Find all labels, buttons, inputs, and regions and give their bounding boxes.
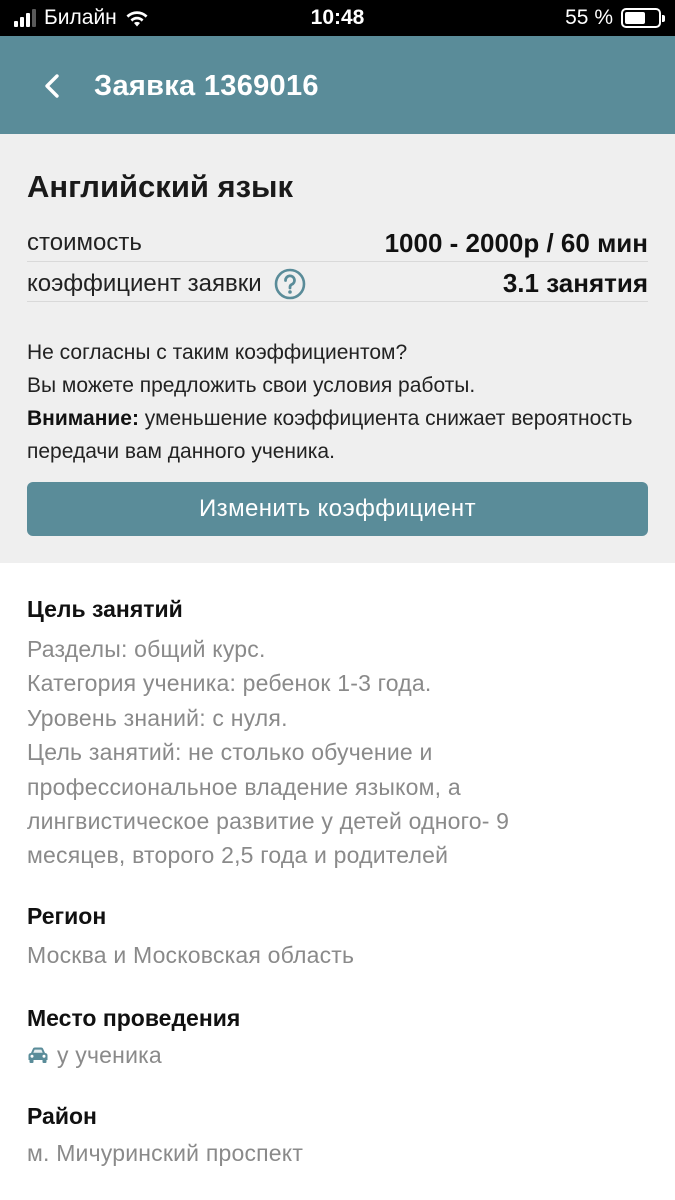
district-value: м. Мичуринский проспект — [27, 1140, 304, 1166]
subject-title: Английский язык — [27, 169, 294, 204]
cost-value: 1000 - 2000р / 60 мин — [384, 228, 648, 258]
coefficient-label-wrap: коэффициент заявки — [27, 268, 306, 300]
coefficient-note: Не согласны с таким коэффициентом? Вы мо… — [27, 336, 652, 468]
status-bar: Билайн 10:48 55 % — [0, 0, 675, 36]
coefficient-value: 3.1 занятия — [502, 268, 648, 298]
place-text: у ученика — [57, 1042, 162, 1068]
request-summary-card: Английский язык стоимость 1000 - 2000р /… — [0, 134, 675, 563]
battery-icon — [621, 8, 665, 28]
place-section-title: Место проведения — [27, 1005, 241, 1031]
place-value: у ученика — [27, 1038, 657, 1072]
note-warning: Внимание: уменьшение коэффициента снижае… — [27, 402, 652, 468]
coefficient-label: коэффициент заявки — [27, 270, 262, 297]
car-icon — [28, 1047, 48, 1064]
region-section-title: Регион — [27, 903, 107, 929]
help-icon[interactable] — [274, 268, 306, 300]
cost-row: стоимость 1000 - 2000р / 60 мин — [27, 222, 648, 262]
region-value: Москва и Московская область — [27, 942, 355, 968]
goal-line: Категория ученика: ребенок 1-3 года. — [27, 670, 432, 697]
goal-line: Цель занятий: не столько обучение и — [27, 739, 433, 766]
goal-section-text: Разделы: общий курс. Категория ученика: … — [27, 632, 657, 873]
status-right: 55 % — [565, 6, 665, 30]
goal-line: Разделы: общий курс. — [27, 636, 266, 662]
note-warning-label: Внимание: — [27, 407, 139, 430]
goal-line: профессиональное владение языком, а — [27, 773, 461, 800]
district-section-title: Район — [27, 1103, 97, 1129]
battery-percent: 55 % — [565, 6, 613, 29]
chevron-left-icon — [45, 74, 59, 98]
goal-section-title: Цель занятий — [27, 596, 183, 622]
change-coefficient-button[interactable]: Изменить коэффициент — [27, 482, 648, 536]
goal-line: Уровень знаний: с нуля. — [27, 704, 288, 731]
page-title: Заявка 1369016 — [94, 70, 319, 102]
note-line-1: Не согласны с таким коэффициентом? — [27, 341, 408, 364]
goal-line: лингвистическое развитие у детей одного-… — [27, 808, 510, 835]
back-button[interactable] — [32, 66, 72, 106]
cost-label: стоимость — [27, 229, 142, 256]
note-line-2: Вы можете предложить свои условия работы… — [27, 374, 476, 397]
goal-line: месяцев, второго 2,5 года и родителей — [27, 842, 449, 869]
coefficient-row: коэффициент заявки 3.1 занятия — [27, 262, 648, 302]
app-bar: Заявка 1369016 — [0, 36, 675, 134]
